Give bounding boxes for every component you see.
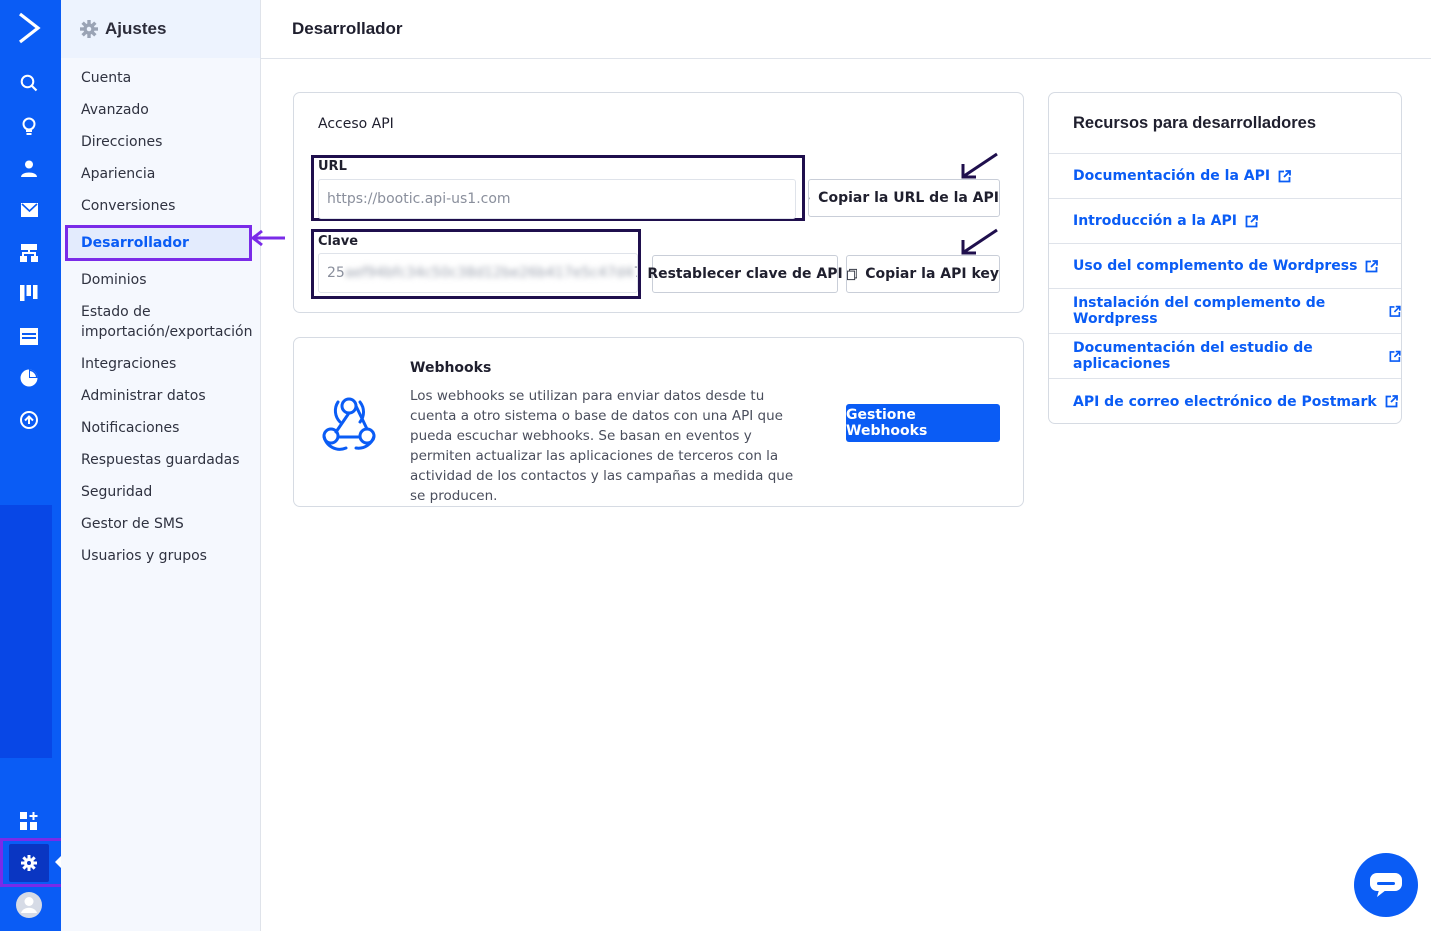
resource-link-api-docs[interactable]: Documentación de la API xyxy=(1049,154,1401,199)
api-access-title: Acceso API xyxy=(318,116,394,132)
menu-item-avanzado[interactable]: Avanzado xyxy=(61,100,260,120)
rail-band xyxy=(0,505,52,758)
key-label: Clave xyxy=(318,234,359,249)
menu-item-integraciones[interactable]: Integraciones xyxy=(61,354,260,374)
app-rail xyxy=(0,0,72,931)
settings-menu: Cuenta Avanzado Direcciones Apariencia C… xyxy=(61,68,260,566)
page-header: Desarrollador xyxy=(261,0,1431,59)
resource-link-label: Uso del complemento de Wordpress xyxy=(1073,258,1358,274)
menu-item-seguridad[interactable]: Seguridad xyxy=(61,482,260,502)
api-key-field[interactable]: 25aef94bfc34c50c38d12be26b417e5c47d4756 xyxy=(318,253,638,293)
menu-item-gestor-sms[interactable]: Gestor de SMS xyxy=(61,514,260,534)
copy-icon xyxy=(847,268,858,280)
api-key-prefix: 25 xyxy=(327,265,345,281)
resource-link-wordpress-install[interactable]: Instalación del complemento de Wordpress xyxy=(1049,289,1401,334)
copy-key-arrow-annotation xyxy=(961,228,998,255)
webhooks-card: Webhooks Los webhooks se utilizan para e… xyxy=(293,337,1024,507)
copy-icon xyxy=(809,197,811,199)
menu-item-respuestas-guardadas[interactable]: Respuestas guardadas xyxy=(61,450,260,470)
url-label: URL xyxy=(318,159,347,174)
reset-key-button[interactable]: Restablecer clave de API xyxy=(647,255,843,293)
external-link-icon xyxy=(1385,395,1398,408)
menu-item-usuarios-grupos[interactable]: Usuarios y grupos xyxy=(61,546,260,566)
external-link-icon xyxy=(1389,305,1401,317)
settings-header: Ajustes xyxy=(61,0,260,58)
copy-key-label: Copiar la API key xyxy=(865,266,999,282)
lightbulb-icon[interactable] xyxy=(12,109,46,143)
menu-item-administrar-datos[interactable]: Administrar datos xyxy=(61,386,260,406)
contacts-icon[interactable] xyxy=(12,151,46,185)
chat-button[interactable] xyxy=(1354,853,1418,917)
menu-item-desarrollador[interactable]: Desarrollador xyxy=(65,225,252,261)
url-field[interactable]: https://bootic.api-us1.com xyxy=(318,179,796,219)
resource-link-app-studio[interactable]: Documentación del estudio de aplicacione… xyxy=(1049,334,1401,379)
apps-icon[interactable] xyxy=(12,804,46,838)
reports-icon[interactable] xyxy=(12,361,46,395)
automation-icon[interactable] xyxy=(12,236,46,270)
copy-url-label: Copiar la URL de la API xyxy=(818,190,999,206)
menu-item-importacion-exportacion[interactable]: Estado de importación/exportación xyxy=(61,302,260,342)
resources-title: Recursos para desarrolladores xyxy=(1049,93,1401,154)
resource-link-label: Documentación de la API xyxy=(1073,168,1271,184)
external-link-icon xyxy=(1278,169,1291,182)
settings-panel: Ajustes Cuenta Avanzado Direcciones Apar… xyxy=(61,0,261,931)
resource-link-label: Instalación del complemento de Wordpress xyxy=(1073,295,1326,327)
resource-link-label: API de correo electrónico de Postmark xyxy=(1073,393,1377,410)
api-access-card: Acceso API URL https://bootic.api-us1.co… xyxy=(293,92,1024,313)
page-title: Desarrollador xyxy=(292,19,403,38)
resource-link-label: Documentación del estudio de aplicacione… xyxy=(1073,340,1313,372)
developer-resources-card: Recursos para desarrolladores Documentac… xyxy=(1048,92,1402,424)
resource-link-postmark[interactable]: API de correo electrónico de Postmark xyxy=(1049,379,1401,424)
chat-bubble-icon xyxy=(1370,873,1402,897)
deals-icon[interactable] xyxy=(12,276,46,310)
menu-item-cuenta[interactable]: Cuenta xyxy=(61,68,260,88)
upgrade-icon[interactable] xyxy=(12,403,46,437)
external-link-icon xyxy=(1389,350,1401,362)
webhooks-description: Los webhooks se utilizan para enviar dat… xyxy=(410,388,794,504)
api-key-masked: aef94bfc34c50c38d12be26b417e5c47d4 xyxy=(344,265,634,281)
api-key-suffix: 756 xyxy=(634,265,637,281)
settings-title: Ajustes xyxy=(105,19,167,38)
website-icon[interactable] xyxy=(12,319,46,353)
email-icon[interactable] xyxy=(12,193,46,227)
resource-link-api-intro[interactable]: Introducción a la API xyxy=(1049,199,1401,244)
menu-item-direcciones[interactable]: Direcciones xyxy=(61,132,260,152)
logo-chevron-icon[interactable] xyxy=(12,11,46,45)
webhooks-title: Webhooks xyxy=(410,360,492,376)
copy-key-button[interactable]: Copiar la API key xyxy=(846,255,1000,293)
webhook-icon xyxy=(322,397,376,451)
menu-item-dominios[interactable]: Dominios xyxy=(61,270,260,290)
copy-url-arrow-annotation xyxy=(961,152,998,179)
search-icon[interactable] xyxy=(12,66,46,100)
menu-item-notificaciones[interactable]: Notificaciones xyxy=(61,418,260,438)
menu-item-conversiones[interactable]: Conversiones xyxy=(61,196,260,216)
user-avatar-icon[interactable] xyxy=(12,888,46,922)
reset-key-label: Restablecer clave de API xyxy=(647,266,843,282)
menu-item-apariencia[interactable]: Apariencia xyxy=(61,164,260,184)
resource-link-wordpress-usage[interactable]: Uso del complemento de Wordpress xyxy=(1049,244,1401,289)
external-link-icon xyxy=(1245,214,1258,227)
copy-url-button[interactable]: Copiar la URL de la API xyxy=(808,179,1000,217)
external-link-icon xyxy=(1366,259,1379,272)
gear-icon xyxy=(80,20,98,38)
resource-link-label: Introducción a la API xyxy=(1073,213,1237,229)
developer-arrow-annotation xyxy=(250,229,285,247)
manage-webhooks-button[interactable]: Gestione Webhooks xyxy=(846,404,1000,442)
